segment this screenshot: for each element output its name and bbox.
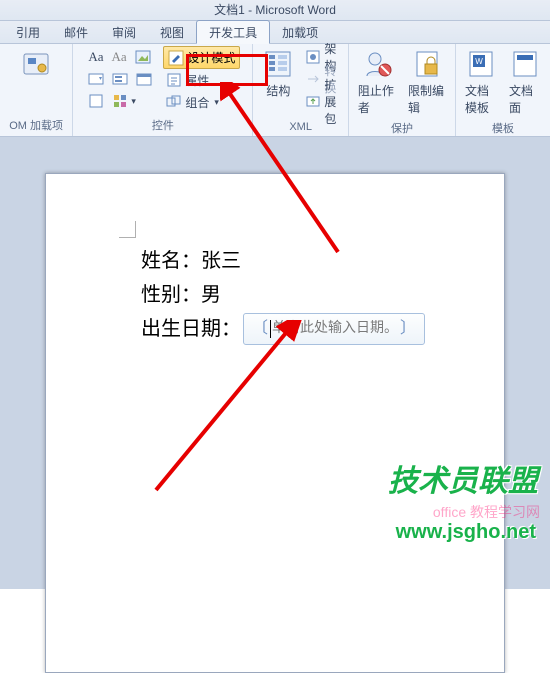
restrict-edit-icon (411, 48, 443, 80)
expansion-icon (305, 93, 321, 109)
title-bar: 文档1 - Microsoft Word (0, 0, 550, 21)
date-control-button[interactable] (133, 68, 155, 90)
watermark-url: www.jsgho.net (396, 521, 536, 544)
restrict-edit-button[interactable]: 限制编辑 (404, 46, 450, 118)
checkbox-icon (88, 93, 104, 109)
group-icon (166, 94, 182, 110)
combo-control-button[interactable] (85, 68, 107, 90)
ribbon-tabs: 引用 邮件 审阅 视图 开发工具 加载项 (0, 21, 550, 44)
plain-text-control-button[interactable]: Aa (109, 46, 130, 68)
design-mode-label: 设计模式 (187, 49, 235, 66)
dropdown-control-button[interactable] (109, 68, 131, 90)
name-label: 姓名： (141, 244, 201, 278)
expansion-button[interactable]: 扩展包 (302, 90, 343, 112)
structure-icon (262, 48, 294, 80)
date-picker-control[interactable]: 〔 单击此处输入日期。 〕 (243, 313, 425, 345)
combo-icon (88, 71, 104, 87)
ribbon: OM 加载项 Aa Aa ▾ (0, 44, 550, 137)
window-title: 文档1 - Microsoft Word (214, 3, 336, 17)
addins-icon (20, 48, 52, 80)
properties-button[interactable]: 属性 (163, 69, 240, 91)
svg-text:W: W (475, 57, 483, 66)
gender-label: 性别： (141, 278, 201, 312)
watermark-faint: office 教程学习网 (433, 502, 540, 522)
picture-icon (135, 49, 151, 65)
tab-addins[interactable]: 加载项 (270, 21, 330, 43)
watermark-main: 技术员联盟 (388, 456, 538, 500)
group-button[interactable]: 组合▾ (163, 91, 240, 113)
block-authors-icon (361, 48, 393, 80)
com-addins-button[interactable] (16, 46, 56, 82)
doc-template-icon: W (465, 48, 497, 80)
control-handle-left: 〔 (250, 312, 270, 346)
tab-developer[interactable]: 开发工具 (196, 20, 270, 44)
properties-icon (166, 72, 182, 88)
templates-group-label: 模板 (461, 118, 545, 139)
protect-group-label: 保护 (354, 118, 450, 139)
picture-control-button[interactable] (132, 46, 154, 68)
block-authors-button[interactable]: 阻止作者 (354, 46, 400, 118)
rich-text-control-button[interactable]: Aa (85, 46, 106, 68)
gender-value[interactable]: 男 (201, 278, 221, 312)
date-placeholder: 单击此处输入日期。 (272, 312, 398, 346)
structure-button[interactable]: 结构 (258, 46, 298, 101)
tab-review[interactable]: 审阅 (100, 21, 148, 43)
dob-label: 出生日期： (141, 312, 241, 346)
tab-mailings[interactable]: 邮件 (52, 21, 100, 43)
gender-row: 性别： 男 (141, 278, 454, 312)
text-cursor (270, 320, 271, 338)
doc-template-button[interactable]: W 文档模板 (461, 46, 501, 118)
controls-group-label: 控件 (78, 115, 247, 136)
calendar-icon (136, 71, 152, 87)
schema-icon (305, 49, 321, 65)
doc-panel-button[interactable]: 文档面 (505, 46, 545, 118)
checkbox-control-button[interactable] (85, 90, 107, 112)
doc-panel-icon (509, 48, 541, 80)
control-handle-right: 〕 (398, 312, 418, 346)
name-value[interactable]: 张三 (201, 244, 241, 278)
tab-view[interactable]: 视图 (148, 21, 196, 43)
margin-corner-mark (119, 221, 136, 238)
design-mode-button[interactable]: 设计模式 (163, 46, 240, 69)
addins-group-label: OM 加载项 (5, 115, 67, 136)
transform-icon (305, 71, 321, 87)
document-page[interactable]: 姓名： 张三 性别： 男 出生日期： 〔 单击此处输入日期。 〕 (45, 173, 505, 673)
tools-icon (112, 93, 128, 109)
design-mode-icon (168, 50, 184, 66)
xml-group-label: XML (258, 119, 343, 136)
dob-row: 出生日期： 〔 单击此处输入日期。 〕 (141, 312, 454, 346)
name-row: 姓名： 张三 (141, 244, 454, 278)
legacy-tools-button[interactable]: ▾ (109, 90, 139, 112)
tab-references[interactable]: 引用 (4, 21, 52, 43)
dropdown-icon (112, 71, 128, 87)
